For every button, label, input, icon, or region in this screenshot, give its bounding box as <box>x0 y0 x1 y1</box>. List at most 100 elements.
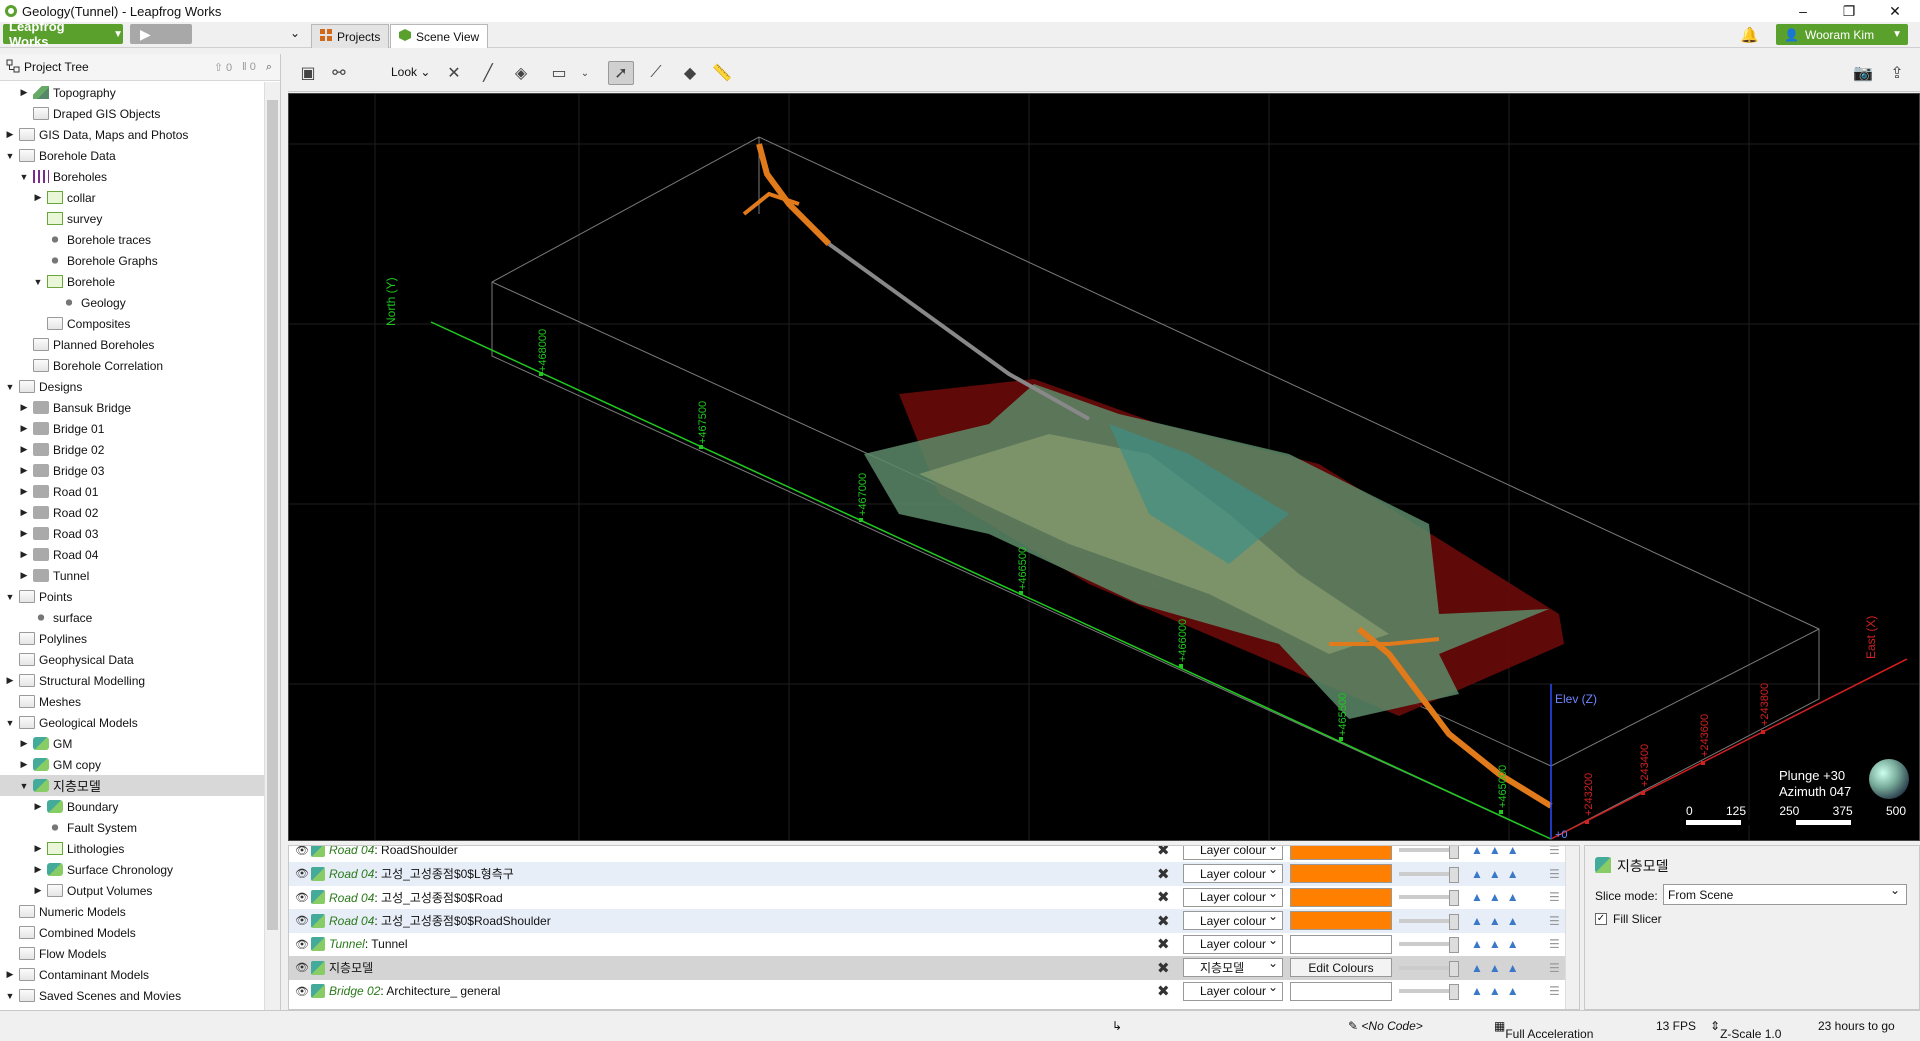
tree-item[interactable]: Composites <box>0 313 264 334</box>
view-globe-icon[interactable] <box>1869 759 1909 799</box>
collapsed-arrow-icon[interactable]: ▶ <box>18 444 30 455</box>
user-account-button[interactable]: 👤 Wooram Kim ▼ <box>1776 24 1908 45</box>
tree-item[interactable]: ▶ collar <box>0 187 264 208</box>
tree-item[interactable]: ▶ Surface Chronology <box>0 859 264 880</box>
tree-item[interactable]: ▶ GM copy <box>0 754 264 775</box>
colour-mode-select[interactable]: Layer colour <box>1183 909 1283 930</box>
shape-list-row[interactable]: 👁 지층모델 ✖ 지층모델 Edit Colours ▲▲▲ ☰ <box>289 955 1579 980</box>
tree-item[interactable]: ▶ Bansuk Bridge <box>0 397 264 418</box>
eye-icon[interactable]: 👁 <box>295 914 309 927</box>
leapfrog-works-menu-button[interactable]: Leapfrog Works ▼ <box>3 19 123 49</box>
tree-item[interactable]: ▶ GIS Data, Maps and Photos <box>0 124 264 145</box>
tree-item[interactable]: ▶ GM <box>0 733 264 754</box>
render-mode-icons[interactable]: ▲▲▲ <box>1471 846 1525 857</box>
pause-icon[interactable]: ‖ 0 <box>242 61 256 74</box>
search-icon[interactable]: ⌕ <box>266 61 272 74</box>
tree-item[interactable]: Borehole Graphs <box>0 250 264 271</box>
shape-list-row[interactable]: 👁 Tunnel: Tunnel ✖ Layer colour ▲▲▲ ☰ <box>289 932 1579 956</box>
tab-list-chevron-icon[interactable]: ⌄ <box>290 26 300 40</box>
collapsed-arrow-icon[interactable]: ▶ <box>32 885 44 896</box>
tree-scrollbar[interactable] <box>264 82 280 1010</box>
bell-icon[interactable]: 🔔 <box>1740 26 1759 44</box>
colour-swatch[interactable] <box>1290 887 1392 907</box>
tree-item[interactable]: ▼ Geological Models <box>0 712 264 733</box>
eye-icon[interactable]: 👁 <box>295 867 309 880</box>
tree-item[interactable]: ▼ Saved Scenes and Movies <box>0 985 264 1006</box>
shape-list-row[interactable]: 👁 Bridge 02: Architecture_ general ✖ Layer … <box>289 979 1579 1003</box>
remove-icon[interactable]: ✖ <box>1157 959 1170 977</box>
fill-slicer-checkbox[interactable]: ✓ <box>1595 913 1607 925</box>
remove-icon[interactable]: ✖ <box>1157 935 1170 953</box>
colour-swatch[interactable] <box>1290 981 1392 1001</box>
export-icon[interactable]: ⇪ <box>1884 61 1910 85</box>
look-dropdown[interactable]: Look ⌄ <box>391 65 430 79</box>
row-menu-icon[interactable]: ☰ <box>1549 867 1560 881</box>
edit-colours-button[interactable]: Edit Colours <box>1290 958 1392 977</box>
remove-icon[interactable]: ✖ <box>1157 912 1170 930</box>
tree-item[interactable]: Draped GIS Objects <box>0 103 264 124</box>
transparency-slider[interactable] <box>1399 937 1459 953</box>
tree-item[interactable]: ▶ Output Volumes <box>0 880 264 901</box>
colour-mode-select[interactable]: 지층모델 <box>1183 956 1283 977</box>
colour-mode-select[interactable]: Layer colour <box>1183 980 1283 1001</box>
tree-item[interactable]: ▶ Bridge 02 <box>0 439 264 460</box>
tree-item[interactable]: ▶ Topography <box>0 82 264 103</box>
render-mode-icons[interactable]: ▲▲▲ <box>1471 961 1525 975</box>
row-menu-icon[interactable]: ☰ <box>1549 937 1560 951</box>
eye-icon[interactable]: 👁 <box>295 938 309 951</box>
tree-item[interactable]: ▶ Road 02 <box>0 502 264 523</box>
colour-mode-select[interactable]: Layer colour <box>1183 846 1283 860</box>
surface-tool-icon[interactable]: ◈ <box>508 61 534 85</box>
slice-mode-chevron-icon[interactable]: ⌄ <box>572 61 598 85</box>
shape-list-row[interactable]: 👁 Road 04: 고성_고성종점$0$L형측구 ✖ Layer colour ▲▲▲… <box>289 861 1579 886</box>
tree-scrollbar-thumb[interactable] <box>267 100 278 930</box>
eye-icon[interactable]: 👁 <box>295 985 309 998</box>
shape-list-row[interactable]: 👁 Road 04: RoadShoulder ✖ Layer colour ▲▲▲ ☰ <box>289 846 1579 862</box>
row-menu-icon[interactable]: ☰ <box>1549 890 1560 904</box>
expanded-arrow-icon[interactable]: ▼ <box>4 991 16 1001</box>
collapsed-arrow-icon[interactable]: ▶ <box>18 528 30 539</box>
tree-item[interactable]: ▶ Tunnel <box>0 565 264 586</box>
tree-item[interactable]: Combined Models <box>0 922 264 943</box>
shape-list-row[interactable]: 👁 Road 04: 고성_고성종점$0$Road ✖ Layer colour ▲▲▲… <box>289 885 1579 909</box>
tree-item[interactable]: ▼ Borehole Data <box>0 145 264 166</box>
transparency-slider[interactable] <box>1399 984 1459 1000</box>
row-menu-icon[interactable]: ☰ <box>1549 961 1560 975</box>
tree-item[interactable]: ▶ Boundary <box>0 796 264 817</box>
tree-item[interactable]: ▼ Boreholes <box>0 166 264 187</box>
collapsed-arrow-icon[interactable]: ▶ <box>18 759 30 770</box>
tree-item[interactable]: ▼ Designs <box>0 376 264 397</box>
remove-icon[interactable]: ✖ <box>1157 846 1170 859</box>
transparency-slider[interactable] <box>1399 866 1459 883</box>
tree-item[interactable]: ▼ Borehole <box>0 271 264 292</box>
tree-item[interactable]: Geophysical Data <box>0 649 264 670</box>
transparency-slider[interactable] <box>1399 890 1459 906</box>
tree-item[interactable]: ▶ Structural Modelling <box>0 670 264 691</box>
render-mode-icons[interactable]: ▲▲▲ <box>1471 890 1525 904</box>
tree-item[interactable]: ▶ Bridge 03 <box>0 460 264 481</box>
tab-scene-view[interactable]: Scene View <box>390 24 489 48</box>
tree-item[interactable]: Meshes <box>0 691 264 712</box>
collapsed-arrow-icon[interactable]: ▶ <box>18 486 30 497</box>
tree-item[interactable]: Flow Models <box>0 943 264 964</box>
maximize-button[interactable]: ❐ <box>1826 0 1872 22</box>
colour-mode-select[interactable]: Layer colour <box>1183 862 1283 883</box>
minimize-button[interactable]: – <box>1780 0 1826 22</box>
collapsed-arrow-icon[interactable]: ▶ <box>18 507 30 518</box>
select-pointer-icon[interactable]: ➚ <box>608 61 634 85</box>
row-menu-icon[interactable]: ☰ <box>1549 846 1560 857</box>
slice-mode-icon[interactable]: ▭ <box>546 61 572 85</box>
collapsed-arrow-icon[interactable]: ▶ <box>32 801 44 812</box>
tab-projects[interactable]: Projects <box>311 24 390 48</box>
polyline-tool-icon[interactable]: ⟋ <box>643 61 669 85</box>
tree-item[interactable]: Planned Boreholes <box>0 334 264 355</box>
collapsed-arrow-icon[interactable]: ▶ <box>4 129 16 140</box>
tree-item[interactable]: ▶ Lithologies <box>0 838 264 859</box>
collapsed-arrow-icon[interactable]: ▶ <box>18 87 30 98</box>
expanded-arrow-icon[interactable]: ▼ <box>4 718 16 728</box>
colour-swatch[interactable] <box>1290 846 1392 860</box>
tree-item[interactable]: survey <box>0 208 264 229</box>
render-mode-icons[interactable]: ▲▲▲ <box>1471 984 1525 998</box>
tree-item[interactable]: ▶ Road 01 <box>0 481 264 502</box>
tree-item[interactable]: ▶ Contaminant Models <box>0 964 264 985</box>
